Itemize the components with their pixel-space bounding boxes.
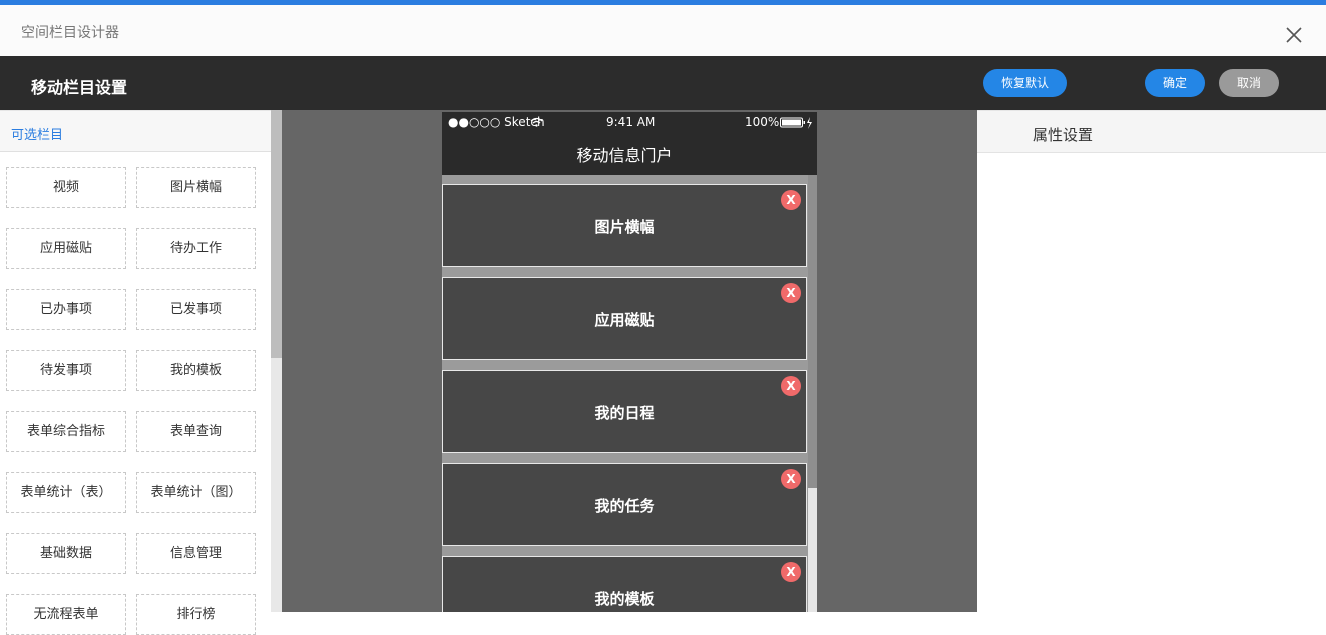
window-titlebar: 空间栏目设计器 bbox=[0, 5, 1326, 56]
available-column-item[interactable]: 已办事项 bbox=[6, 289, 126, 330]
available-column-item[interactable]: 视频 bbox=[6, 167, 126, 208]
delete-module-button[interactable]: X bbox=[781, 376, 801, 396]
phone-module-label: 我的模板 bbox=[594, 590, 655, 608]
available-column-item[interactable]: 已发事项 bbox=[136, 289, 256, 330]
available-column-item[interactable]: 排行榜 bbox=[136, 594, 256, 635]
available-column-item[interactable]: 无流程表单 bbox=[6, 594, 126, 635]
window-title: 空间栏目设计器 bbox=[21, 25, 119, 41]
restore-default-button[interactable]: 恢复默认 bbox=[983, 69, 1067, 97]
available-column-item[interactable]: 表单统计（图） bbox=[136, 472, 256, 513]
phone-module-label: 我的任务 bbox=[594, 497, 655, 515]
left-panel-scrollbar[interactable] bbox=[271, 110, 282, 612]
page-title: 移动栏目设置 bbox=[31, 78, 128, 97]
available-column-item[interactable]: 表单查询 bbox=[136, 411, 256, 452]
confirm-button[interactable]: 确定 bbox=[1145, 69, 1205, 97]
phone-module-card[interactable]: 应用磁贴 X bbox=[442, 277, 807, 360]
available-columns-panel: 可选栏目 视频 图片横幅 应用磁贴 待办工作 已办事项 已发事项 待发事项 我的模板 表单综合指… bbox=[0, 110, 282, 635]
phone-module-card[interactable]: 我的模板 X bbox=[442, 556, 807, 612]
available-columns-title: 可选栏目 bbox=[11, 128, 64, 143]
available-column-item[interactable]: 表单统计（表） bbox=[6, 472, 126, 513]
cancel-button[interactable]: 取消 bbox=[1219, 69, 1279, 97]
phone-module-label: 图片横幅 bbox=[594, 218, 655, 236]
phone-module-card[interactable]: 我的日程 X bbox=[442, 370, 807, 453]
properties-panel: 属性设置 bbox=[977, 110, 1326, 612]
battery-percent: 100% bbox=[745, 115, 780, 129]
available-column-item[interactable]: 信息管理 bbox=[136, 533, 256, 574]
available-column-item[interactable]: 基础数据 bbox=[6, 533, 126, 574]
phone-nav-title: 移动信息门户 bbox=[576, 146, 673, 165]
phone-module-card[interactable]: 我的任务 X bbox=[442, 463, 807, 546]
available-columns-header: 可选栏目 bbox=[0, 110, 271, 152]
properties-title: 属性设置 bbox=[1033, 126, 1094, 144]
phone-preview-area: ●●○○○ Sketch 9:41 AM 100% 移动信息门户 图片横幅 X 应用… bbox=[282, 110, 977, 612]
properties-header: 属性设置 bbox=[977, 110, 1326, 153]
phone-preview: ●●○○○ Sketch 9:41 AM 100% 移动信息门户 图片横幅 X 应用… bbox=[442, 112, 817, 612]
delete-module-button[interactable]: X bbox=[781, 469, 801, 489]
settings-header: 移动栏目设置 恢复默认 确定 取消 bbox=[0, 56, 1326, 110]
battery-icon bbox=[780, 117, 814, 132]
delete-module-button[interactable]: X bbox=[781, 283, 801, 303]
phone-nav-bar: 移动信息门户 bbox=[442, 134, 817, 175]
close-icon[interactable] bbox=[1283, 24, 1305, 46]
delete-module-button[interactable]: X bbox=[781, 190, 801, 210]
phone-scrollbar[interactable] bbox=[808, 175, 817, 612]
status-time: 9:41 AM bbox=[606, 115, 656, 129]
available-column-item[interactable]: 待发事项 bbox=[6, 350, 126, 391]
available-column-item[interactable]: 图片横幅 bbox=[136, 167, 256, 208]
phone-scrollbar-thumb[interactable] bbox=[808, 175, 817, 488]
phone-module-label: 应用磁贴 bbox=[594, 311, 655, 329]
available-column-item[interactable]: 应用磁贴 bbox=[6, 228, 126, 269]
phone-module-label: 我的日程 bbox=[594, 404, 655, 422]
phone-status-bar: ●●○○○ Sketch 9:41 AM 100% bbox=[442, 112, 817, 134]
wifi-icon bbox=[530, 116, 543, 130]
available-column-item[interactable]: 表单综合指标 bbox=[6, 411, 126, 452]
available-column-item[interactable]: 我的模板 bbox=[136, 350, 256, 391]
left-panel-scrollbar-thumb[interactable] bbox=[271, 110, 282, 358]
phone-module-card[interactable]: 图片横幅 X bbox=[442, 184, 807, 267]
available-column-item[interactable]: 待办工作 bbox=[136, 228, 256, 269]
delete-module-button[interactable]: X bbox=[781, 562, 801, 582]
